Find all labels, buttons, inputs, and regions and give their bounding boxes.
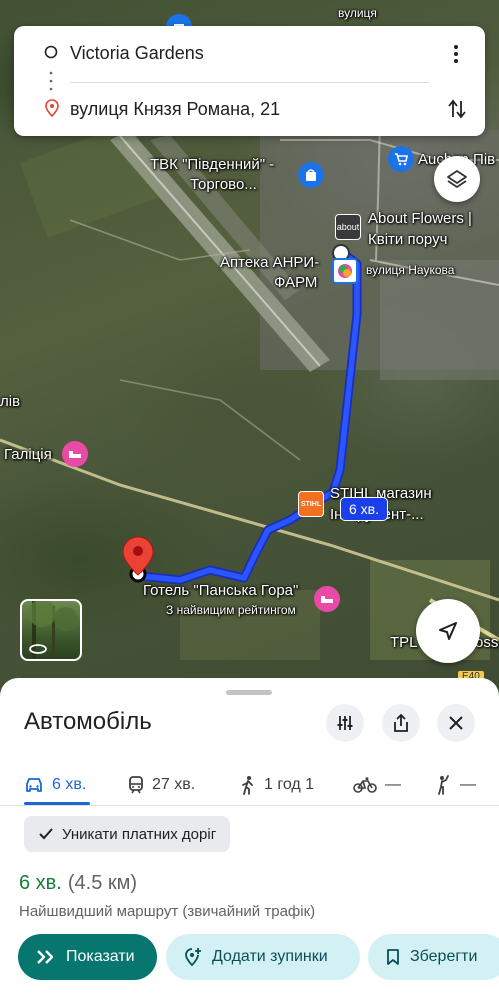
more-vert-icon <box>454 45 458 63</box>
shopping-bag-icon <box>306 169 316 181</box>
poi-pin-galicia[interactable] <box>62 441 88 467</box>
add-location-icon <box>185 948 201 967</box>
save-label: Зберегти <box>410 948 478 965</box>
route-description: Найшвидший маршрут (звичайний трафік) <box>19 903 316 920</box>
route-time-badge[interactable]: 6 хв. <box>340 497 389 521</box>
tab-cycling-label: — <box>385 776 401 793</box>
bed-icon <box>69 451 81 458</box>
swap-vert-icon <box>448 99 466 119</box>
destination-pin-icon <box>122 536 154 576</box>
tab-transit-label: 27 хв. <box>152 776 196 793</box>
tab-rideshare[interactable]: — <box>436 764 476 806</box>
my-location-button[interactable] <box>416 599 480 663</box>
map-label-galicia: Галіція <box>4 446 52 463</box>
hail-icon <box>438 775 449 795</box>
more-options-button[interactable] <box>446 42 466 66</box>
swap-button[interactable] <box>444 96 470 122</box>
poi-stihl[interactable]: STIHL <box>298 491 324 517</box>
bottom-sheet: Автомобіль 6 хв. 27 хв. 1 год 1 — — Уник… <box>0 678 499 1000</box>
drag-handle[interactable] <box>226 690 272 695</box>
map-label-top: вулиця <box>338 6 377 20</box>
tab-rideshare-label: — <box>460 776 476 793</box>
layers-button[interactable] <box>434 156 480 202</box>
active-tab-indicator <box>24 802 90 805</box>
pharmacy-logo-icon <box>338 264 352 278</box>
avoid-tolls-chip[interactable]: Уникати платних доріг <box>24 816 231 852</box>
tab-transit[interactable]: 27 хв. <box>128 764 195 806</box>
train-icon <box>129 776 143 794</box>
rotate-360-icon <box>29 644 47 654</box>
save-button[interactable]: Зберегти <box>368 934 499 980</box>
route-options-button[interactable] <box>326 704 364 742</box>
navigation-arrow-icon <box>439 622 457 640</box>
share-button[interactable] <box>382 704 420 742</box>
street-view-thumbnail[interactable] <box>20 599 82 661</box>
map-label-naukova: вулиця Наукова <box>366 263 455 277</box>
eta-time: 6 хв. <box>19 872 62 894</box>
origin-circle-icon <box>44 45 58 59</box>
sheet-title: Автомобіль <box>24 708 152 735</box>
add-stops-button[interactable]: Додати зупинки <box>166 934 360 980</box>
tune-icon <box>337 716 353 730</box>
stihl-logo-icon: STIHL <box>300 500 322 508</box>
eta-distance: (4.5 км) <box>67 872 138 894</box>
bookmark-icon <box>387 949 399 965</box>
map-label-pharmacy: Аптека АНРИ- <box>220 254 320 271</box>
route-dots-icon <box>49 71 53 91</box>
poi-pin-hotel[interactable] <box>314 586 340 612</box>
map-label-tpl: TPL <box>390 634 418 651</box>
about-logo-icon: about <box>336 222 360 232</box>
map-label-about-flowers: About Flowers | <box>368 210 472 227</box>
map-label-tvk-2: Торгово... <box>190 176 257 193</box>
divider <box>70 82 429 83</box>
layers-icon <box>447 170 467 188</box>
tab-cycling[interactable]: — <box>353 764 401 806</box>
poi-about-flowers[interactable]: about <box>335 214 361 240</box>
bed-icon <box>321 596 333 603</box>
add-stops-label: Додати зупинки <box>212 948 328 965</box>
close-button[interactable] <box>437 704 475 742</box>
map-label-tvk: ТВК "Південний" - <box>150 156 275 173</box>
map-label-pharmacy-2: ФАРМ <box>274 274 318 291</box>
walk-icon <box>242 776 253 795</box>
map-label-lviv: лів <box>0 393 21 410</box>
tab-walking-label: 1 год 1 <box>264 776 315 793</box>
poi-pin-tvk[interactable] <box>298 162 324 188</box>
destination-pin-icon <box>45 99 59 117</box>
map-label-hotel-rating: З найвищим рейтингом <box>166 603 296 617</box>
poi-pharmacy[interactable] <box>332 258 358 284</box>
avoid-tolls-label: Уникати платних доріг <box>62 825 217 843</box>
destination-field[interactable]: вулиця Князя Романа, 21 <box>70 99 280 120</box>
car-icon <box>26 778 42 792</box>
tab-walking[interactable]: 1 год 1 <box>240 764 314 806</box>
origin-field[interactable]: Victoria Gardens <box>70 43 204 64</box>
map-label-about-flowers-2: Квіти поруч <box>368 231 448 248</box>
share-icon <box>394 713 408 732</box>
check-icon <box>39 828 53 840</box>
double-chevron-right-icon <box>37 950 54 964</box>
shopping-cart-icon <box>395 153 408 166</box>
directions-card: Victoria Gardens вулиця Князя Романа, 21 <box>14 26 485 136</box>
close-icon <box>449 716 463 730</box>
tab-driving[interactable]: 6 хв. <box>24 764 86 806</box>
bike-icon <box>353 777 377 793</box>
travel-mode-tabs: 6 хв. 27 хв. 1 год 1 — — <box>0 764 499 806</box>
show-route-label: Показати <box>66 948 135 965</box>
map-label-hotel: Готель "Панська Гора" <box>143 582 299 599</box>
tab-driving-label: 6 хв. <box>52 776 87 793</box>
show-route-button[interactable]: Показати <box>18 934 157 980</box>
poi-pin-auchan[interactable] <box>388 146 414 172</box>
eta-summary: 6 хв. (4.5 км) <box>19 872 137 895</box>
